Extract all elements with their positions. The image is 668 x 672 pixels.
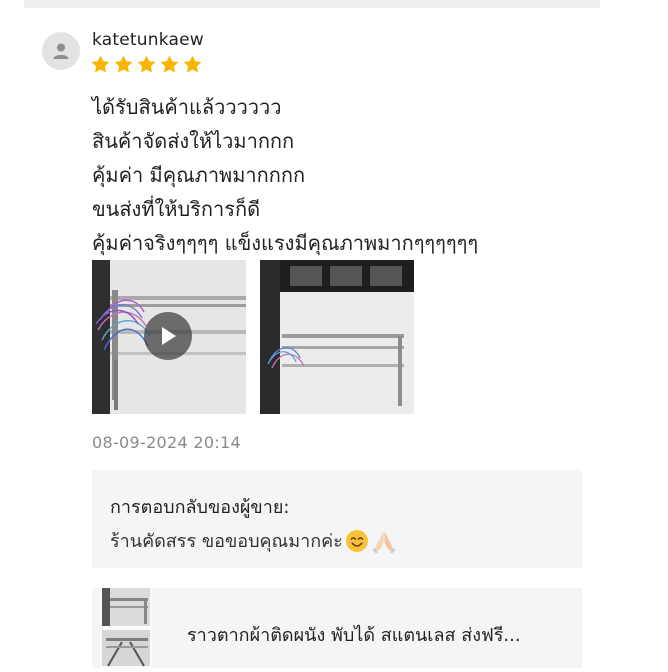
previous-section-divider <box>24 0 600 8</box>
reviewer-username[interactable]: katetunkaew <box>92 30 204 50</box>
review-line: คุ้มค่าจริงๆๆๆๆ แข็งแรงมีคุณภาพมากๆๆๆๆๆๆ <box>92 231 479 255</box>
avatar[interactable] <box>42 32 80 70</box>
seller-reply-text: ร้านคัดสรร ขอขอบคุณมากค่ะ <box>110 531 343 552</box>
star-icon <box>160 55 179 73</box>
product-card[interactable]: ราวตากผ้าติดผนัง พับได้ สแตนเลส ส่งฟรี..… <box>92 588 582 668</box>
seller-reply-text-row: ร้านคัดสรร ขอขอบคุณมากค่ะ <box>110 526 397 555</box>
seller-reply: การตอบกลับของผู้ขาย: ร้านคัดสรร ขอขอบคุณ… <box>92 470 582 568</box>
product-title[interactable]: ราวตากผ้าติดผนัง พับได้ สแตนเลส ส่งฟรี..… <box>187 620 521 649</box>
review-timestamp: 08-09-2024 20:14 <box>92 433 241 452</box>
play-icon <box>162 327 176 345</box>
seller-reply-title: การตอบกลับของผู้ขาย: <box>110 497 290 518</box>
review-video-thumbnail[interactable] <box>92 260 246 414</box>
user-icon <box>53 43 69 59</box>
star-rating <box>90 54 203 75</box>
review-line: ได้รับสินค้าแล้วววววว <box>92 95 282 119</box>
star-icon <box>183 55 202 73</box>
review-text: ได้รับสินค้าแล้วววววว สินค้าจัดส่งให้ไวม… <box>92 90 478 260</box>
review-photo-thumbnail[interactable] <box>260 260 414 414</box>
star-icon <box>137 55 156 73</box>
star-icon <box>91 55 110 73</box>
review-line: สินค้าจัดส่งให้ไวมากกก <box>92 129 295 153</box>
product-thumbnail <box>100 588 152 668</box>
star-icon <box>114 55 133 73</box>
review-line: คุ้มค่า มีคุณภาพมากกกก <box>92 163 306 187</box>
smiling-face-icon <box>345 529 368 552</box>
review-line: ขนส่งที่ให้บริการก็ดี <box>92 197 261 221</box>
folded-hands-icon <box>372 530 396 553</box>
play-button[interactable] <box>144 312 192 360</box>
